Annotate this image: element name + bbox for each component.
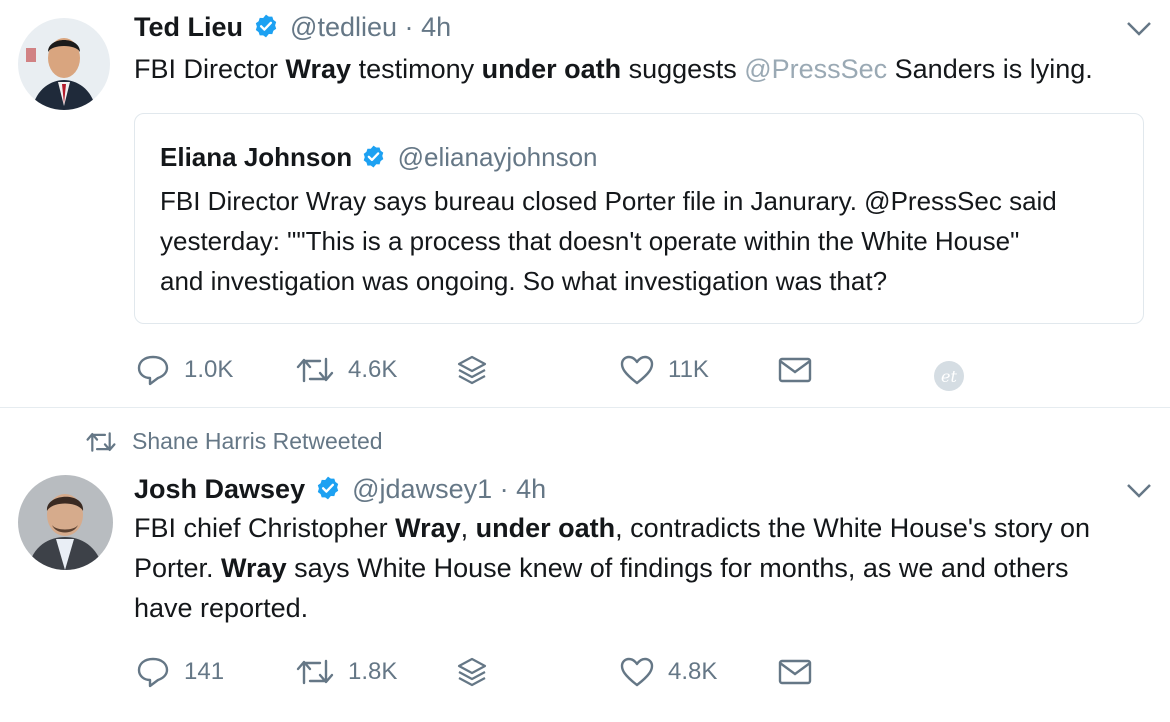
watermark-logo: et [932, 356, 966, 396]
quoted-tweet-header: Eliana Johnson @elianayjohnson [160, 142, 598, 176]
verified-badge-icon [253, 13, 279, 46]
like-count: 11K [668, 356, 709, 383]
timestamp[interactable]: 4h [421, 12, 451, 42]
retweet-count: 4.6K [348, 356, 398, 383]
quoted-tweet[interactable]: Eliana Johnson @elianayjohnson FBI Direc… [134, 113, 1144, 324]
text-bold: Wray [221, 553, 287, 583]
envelope-icon [778, 658, 812, 686]
retweet-context: Shane Harris Retweeted [86, 428, 383, 455]
retweet-icon [296, 355, 334, 385]
layers-icon [456, 656, 488, 688]
retweet-icon [296, 657, 334, 687]
text-segment: , contradicts the White House's story on [615, 513, 1091, 543]
chevron-down-icon[interactable] [1126, 20, 1152, 43]
heart-icon [620, 355, 654, 385]
separator-dot: · [404, 12, 414, 42]
quoted-author-name[interactable]: Eliana Johnson [160, 142, 352, 172]
chevron-down-icon[interactable] [1126, 482, 1152, 505]
tweet-josh-dawsey[interactable]: Shane Harris Retweeted Josh Dawsey @jdaw… [0, 408, 1170, 722]
envelope-icon [778, 356, 812, 384]
avatar-josh-dawsey[interactable] [18, 475, 113, 570]
text-segment: says White House knew of findings for mo… [286, 553, 1069, 583]
quoted-text-line: and investigation was ongoing. So what i… [160, 266, 888, 296]
direct-message-button[interactable] [778, 652, 812, 692]
retweet-button[interactable]: 1.8K [296, 652, 397, 692]
text-line: FBI chief Christopher Wray, under oath, … [134, 508, 1154, 548]
avatar-ted-lieu[interactable] [18, 18, 110, 110]
author-handle[interactable]: @jdawsey1 [352, 474, 492, 504]
stack-button[interactable] [456, 652, 488, 692]
timestamp[interactable]: 4h [516, 474, 546, 504]
retweet-icon [86, 430, 116, 454]
author-handle[interactable]: @tedlieu [290, 12, 397, 42]
tweet-header: Josh Dawsey @jdawsey1 · 4h [134, 474, 546, 508]
reply-button[interactable]: 1.0K [136, 350, 233, 390]
tweet-actions: 1.0K 4.6K 11K et [136, 350, 1136, 391]
reply-count: 141 [184, 658, 225, 685]
tweet-header: Ted Lieu @tedlieu · 4h [134, 12, 451, 46]
retweeted-by-label[interactable]: Shane Harris Retweeted [132, 428, 383, 455]
text-segment: FBI chief Christopher [134, 513, 396, 543]
verified-badge-icon [361, 144, 386, 176]
text-segment: suggests [621, 54, 745, 84]
tweet-text: FBI Director Wray testimony under oath s… [134, 49, 1144, 89]
direct-message-button[interactable] [778, 350, 812, 390]
quoted-tweet-text: FBI Director Wray says bureau closed Por… [160, 181, 1130, 301]
tweet-ted-lieu[interactable]: Ted Lieu @tedlieu · 4h FBI Director Wray… [0, 0, 1170, 408]
text-segment: FBI Director [134, 54, 286, 84]
quoted-text-line: FBI Director Wray says bureau closed Por… [160, 186, 1057, 216]
tweet-actions: 141 1.8K 4.8K [136, 652, 1136, 692]
text-segment: Porter. [134, 553, 222, 583]
quoted-text-line: yesterday: ""This is a process that does… [160, 226, 1020, 256]
text-bold: under oath [481, 54, 622, 84]
text-segment: testimony [351, 54, 482, 84]
text-line: Porter. Wray says White House knew of fi… [134, 548, 1154, 588]
svg-text:et: et [941, 367, 957, 386]
text-bold: Wray [285, 54, 352, 84]
quoted-author-handle[interactable]: @elianayjohnson [398, 142, 598, 172]
mention-link[interactable]: @PressSec [744, 54, 887, 84]
retweet-count: 1.8K [348, 658, 398, 685]
reply-icon [136, 354, 170, 386]
author-name[interactable]: Ted Lieu [134, 12, 243, 42]
like-count: 4.8K [668, 658, 718, 685]
separator-dot: · [499, 474, 509, 504]
reply-button[interactable]: 141 [136, 652, 224, 692]
verified-badge-icon [315, 475, 341, 508]
like-button[interactable]: 4.8K [620, 652, 717, 692]
tweet-text: FBI chief Christopher Wray, under oath, … [134, 508, 1154, 628]
text-bold: under oath [475, 513, 616, 543]
text-bold: Wray [395, 513, 461, 543]
text-segment: Sanders is lying. [887, 54, 1093, 84]
layers-icon [456, 354, 488, 386]
stack-button[interactable] [456, 350, 488, 390]
heart-icon [620, 657, 654, 687]
author-name[interactable]: Josh Dawsey [134, 474, 305, 504]
text-line: have reported. [134, 593, 309, 623]
reply-count: 1.0K [184, 356, 234, 383]
text-segment: , [460, 513, 476, 543]
retweet-button[interactable]: 4.6K [296, 350, 397, 390]
reply-icon [136, 656, 170, 688]
like-button[interactable]: 11K [620, 350, 709, 390]
